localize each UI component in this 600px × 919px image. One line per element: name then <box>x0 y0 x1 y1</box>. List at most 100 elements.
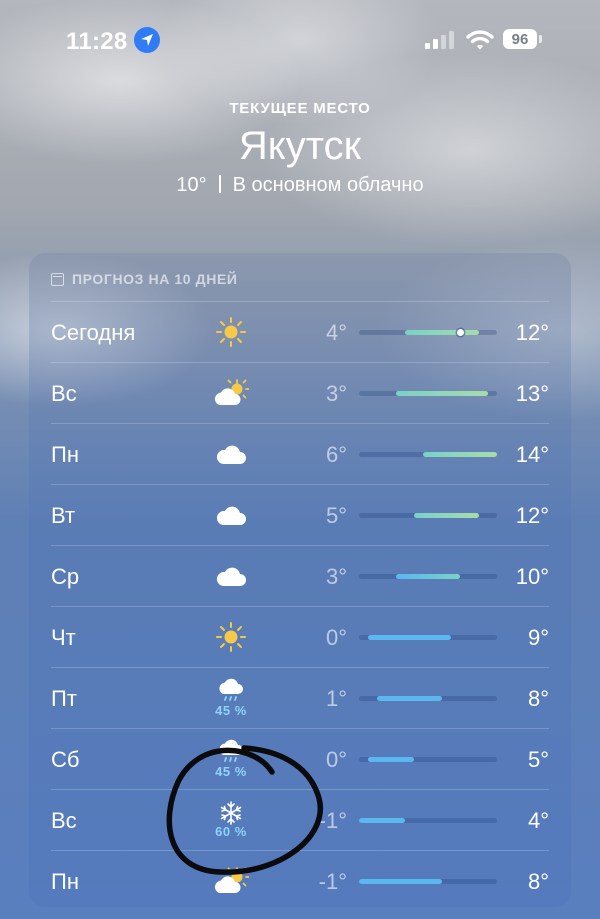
current-condition: В основном облачно <box>232 174 424 196</box>
high-temperature: 14° <box>515 442 549 467</box>
temperature-range-bar <box>359 696 497 701</box>
high-temperature: 8° <box>527 869 549 894</box>
low-temperature: -1° <box>318 808 347 833</box>
high-temperature: 4° <box>527 808 549 833</box>
forecast-day: Пт <box>51 686 77 711</box>
weather-icon-cell: 45 % <box>209 736 253 782</box>
temperature-range-bar <box>359 452 497 457</box>
rain-icon <box>216 678 246 704</box>
weather-icon-cell <box>209 553 253 599</box>
temperature-range-fill <box>405 330 479 335</box>
low-temperature: 6° <box>325 442 347 467</box>
precipitation-chance: 60 % <box>215 824 247 839</box>
sun-icon <box>215 621 247 653</box>
precipitation-chance: 45 % <box>215 703 247 718</box>
forecast-day: Вт <box>51 503 76 528</box>
low-temperature: -1° <box>318 869 347 894</box>
weather-icon-cell <box>209 370 253 416</box>
row-divider <box>51 545 549 546</box>
temperature-range-fill <box>414 513 479 518</box>
temperature-range-bar <box>359 757 497 762</box>
forecast-day: Сб <box>51 747 80 772</box>
forecast-row[interactable]: Сб 45 % 0° 5° <box>51 728 549 789</box>
weather-icon-cell <box>209 858 253 904</box>
location-arrow-icon <box>134 27 160 53</box>
row-divider <box>51 362 549 363</box>
forecast-day: Чт <box>51 625 76 650</box>
high-temperature: 8° <box>527 686 549 711</box>
current-temperature: 10° <box>176 174 207 196</box>
current-temperature-marker <box>456 329 464 336</box>
location-caption: ТЕКУЩЕЕ МЕСТО <box>229 100 371 117</box>
weather-icon-cell: 45 % <box>209 675 253 721</box>
temperature-range-fill <box>395 391 488 396</box>
high-temperature: 13° <box>515 381 549 406</box>
snowflake-icon <box>219 801 243 825</box>
battery-tip <box>539 35 542 43</box>
ten-day-forecast-card[interactable]: ПРОГНОЗ НА 10 ДНЕЙ Сегодня 4° 12° Вс 3° 13° Пн… <box>29 253 571 907</box>
signal-icon <box>425 31 454 49</box>
row-divider <box>51 423 549 424</box>
row-divider <box>51 789 549 790</box>
forecast-row[interactable]: Вс 3° 13° <box>51 362 549 423</box>
weather-icon-cell <box>209 614 253 660</box>
high-temperature: 5° <box>527 747 549 772</box>
low-temperature: 1° <box>325 686 347 711</box>
low-temperature: 3° <box>325 564 347 589</box>
temperature-range-bar <box>359 818 497 823</box>
forecast-day: Пн <box>51 869 79 894</box>
cloud-icon <box>214 441 248 467</box>
temperature-range-bar <box>359 574 497 579</box>
forecast-row[interactable]: Сегодня 4° 12° <box>51 301 549 362</box>
temperature-range-fill <box>359 879 442 884</box>
partly-cloudy-icon <box>213 379 250 407</box>
forecast-day: Ср <box>51 564 80 589</box>
high-temperature: 12° <box>515 503 549 528</box>
separator <box>218 175 221 193</box>
forecast-row[interactable]: Пт 45 % 1° 8° <box>51 667 549 728</box>
city-name: Якутск <box>238 124 362 168</box>
weather-icon-cell <box>209 492 253 538</box>
forecast-row[interactable]: Ср 3° 10° <box>51 545 549 606</box>
high-temperature: 9° <box>527 625 549 650</box>
row-divider <box>51 850 549 851</box>
high-temperature: 10° <box>515 564 549 589</box>
battery-indicator: 96 <box>503 29 537 49</box>
low-temperature: 0° <box>325 625 347 650</box>
temperature-range-bar <box>359 513 497 518</box>
weather-icon-cell <box>209 431 253 477</box>
forecast-day: Сегодня <box>51 320 136 345</box>
temperature-range-bar <box>359 329 497 336</box>
low-temperature: 3° <box>325 381 347 406</box>
partly-cloudy-icon <box>213 867 250 895</box>
current-summary: 10° В основном облачно <box>0 174 600 197</box>
row-divider <box>51 728 549 729</box>
low-temperature: 5° <box>325 503 347 528</box>
forecast-row[interactable]: Пн 6° 14° <box>51 423 549 484</box>
temperature-range-bar <box>359 879 497 884</box>
precipitation-chance: 45 % <box>215 764 247 779</box>
forecast-title: ПРОГНОЗ НА 10 ДНЕЙ <box>72 271 238 287</box>
forecast-day: Вс <box>51 808 77 833</box>
forecast-day: Вс <box>51 381 77 406</box>
sun-icon <box>215 316 247 348</box>
weather-icon-cell: 60 % <box>209 797 253 843</box>
forecast-header: ПРОГНОЗ НА 10 ДНЕЙ <box>51 269 238 289</box>
cloud-icon <box>214 563 248 589</box>
low-temperature: 4° <box>325 320 347 345</box>
temperature-range-fill <box>368 757 415 762</box>
forecast-day: Пн <box>51 442 79 467</box>
temperature-range-fill <box>377 696 442 701</box>
forecast-row[interactable]: Вс 60 % -1° 4° <box>51 789 549 850</box>
temperature-range-fill <box>359 818 405 823</box>
row-divider <box>51 606 549 607</box>
temperature-range-fill <box>423 452 497 457</box>
temperature-range-fill <box>395 574 461 579</box>
high-temperature: 12° <box>515 320 549 345</box>
forecast-row[interactable]: Пн -1° 8° <box>51 850 549 911</box>
temperature-range-fill <box>368 635 451 640</box>
row-divider <box>51 484 549 485</box>
row-divider <box>51 301 549 302</box>
forecast-row[interactable]: Вт 5° 12° <box>51 484 549 545</box>
forecast-row[interactable]: Чт 0° 9° <box>51 606 549 667</box>
